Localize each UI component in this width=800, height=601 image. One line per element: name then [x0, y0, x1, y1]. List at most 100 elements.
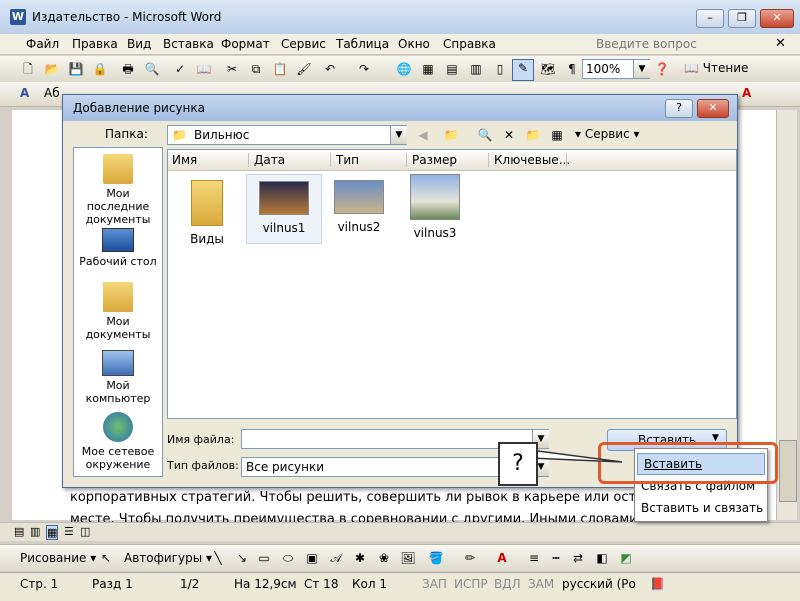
file-list[interactable]: Имя Дата Тип Размер Ключевые... Виды vil…: [167, 149, 737, 419]
scroll-thumb[interactable]: [779, 440, 797, 502]
permission-icon[interactable]: 🔒: [92, 61, 108, 77]
up-folder-icon[interactable]: 📁: [443, 127, 459, 143]
document-close-icon[interactable]: ✕: [775, 36, 786, 51]
style-combo[interactable]: Аб: [44, 86, 60, 100]
hyperlink-icon[interactable]: 🌐: [396, 61, 412, 77]
font-color-icon[interactable]: A: [742, 86, 751, 100]
insert-excel-icon[interactable]: ▥: [468, 61, 484, 77]
open-icon[interactable]: 📂: [44, 61, 60, 77]
vertical-ruler[interactable]: [12, 128, 31, 520]
line-color-icon[interactable]: ✏: [462, 550, 478, 566]
dialog-close-button[interactable]: ✕: [697, 99, 729, 118]
new-folder-icon[interactable]: 📁: [525, 127, 541, 143]
menu-view[interactable]: Вид: [127, 37, 151, 51]
insert-table-icon[interactable]: ▤: [444, 61, 460, 77]
back-icon[interactable]: ◀: [415, 127, 431, 143]
file-item[interactable]: vilnus2: [322, 180, 396, 234]
print-icon[interactable]: 🖶: [120, 61, 136, 77]
menu-help[interactable]: Справка: [443, 37, 496, 51]
status-record[interactable]: ЗАП: [422, 577, 447, 591]
ask-question-box[interactable]: Введите вопрос: [596, 37, 697, 51]
menu-insert-and-link-option[interactable]: Вставить и связать: [641, 501, 763, 515]
place-recent[interactable]: Мои последние документы: [74, 154, 162, 226]
place-documents[interactable]: Мои документы: [74, 282, 162, 341]
status-extend[interactable]: ВДЛ: [494, 577, 521, 591]
font-color-icon[interactable]: A: [494, 550, 510, 566]
clipart-icon[interactable]: ❀: [376, 550, 392, 566]
autoshapes-menu[interactable]: Автофигуры ▾: [124, 551, 212, 565]
column-size[interactable]: Размер: [408, 153, 489, 167]
chevron-down-icon[interactable]: ▼: [390, 126, 407, 144]
new-document-icon[interactable]: 🗋: [20, 61, 36, 77]
menu-format[interactable]: Формат: [221, 37, 270, 51]
reading-mode-button[interactable]: 📖 Чтение: [684, 61, 748, 75]
minimize-button[interactable]: –: [696, 9, 724, 28]
tools-menu[interactable]: ▾ Сервис ▾: [575, 127, 640, 141]
textbox-tool-icon[interactable]: ▣: [304, 550, 320, 566]
cut-icon[interactable]: ✂: [224, 61, 240, 77]
rectangle-tool-icon[interactable]: ▭: [256, 550, 272, 566]
dash-style-icon[interactable]: ┅: [548, 550, 564, 566]
wordart-icon[interactable]: 𝒜: [328, 550, 344, 566]
zoom-combo[interactable]: 100% ▼: [582, 59, 650, 79]
file-item-selected[interactable]: vilnus1: [246, 174, 322, 244]
column-name[interactable]: Имя: [168, 153, 249, 167]
redo-icon[interactable]: ↷: [356, 61, 372, 77]
search-web-icon[interactable]: 🔍: [477, 127, 493, 143]
place-computer[interactable]: Мой компьютер: [74, 350, 162, 405]
menu-edit[interactable]: Правка: [72, 37, 118, 51]
web-view-icon[interactable]: ▥: [30, 525, 40, 538]
column-type[interactable]: Тип: [332, 153, 407, 167]
column-date[interactable]: Дата: [250, 153, 331, 167]
column-keywords[interactable]: Ключевые...: [490, 153, 570, 167]
print-preview-icon[interactable]: 🔍: [144, 61, 160, 77]
spelling-icon[interactable]: ✓: [172, 61, 188, 77]
horizontal-scrollbar[interactable]: ▤ ▥ ▦ ☰ ◫: [0, 522, 800, 541]
menu-file[interactable]: Файл: [26, 37, 59, 51]
status-track[interactable]: ИСПР: [454, 577, 488, 591]
drawing-menu[interactable]: Рисование ▾: [20, 551, 96, 565]
fill-color-icon[interactable]: 🪣: [428, 550, 444, 566]
drawing-toggle-icon[interactable]: ✎: [512, 59, 534, 81]
insert-picture-icon[interactable]: 🖼: [400, 550, 416, 566]
format-painter-icon[interactable]: 🖌: [296, 61, 312, 77]
line-style-icon[interactable]: ≡: [526, 550, 542, 566]
select-objects-icon[interactable]: ↖: [98, 550, 114, 566]
columns-icon[interactable]: ▯: [492, 61, 508, 77]
oval-tool-icon[interactable]: ⬭: [280, 550, 296, 566]
show-formatting-icon[interactable]: ¶: [564, 61, 580, 77]
place-desktop[interactable]: Рабочий стол: [74, 228, 162, 268]
vertical-scrollbar[interactable]: [776, 110, 797, 520]
help-icon[interactable]: ❓: [654, 61, 670, 77]
place-network[interactable]: Мое сетевое окружение: [74, 412, 162, 471]
3d-icon[interactable]: ◩: [618, 550, 634, 566]
copy-icon[interactable]: ⧉: [248, 61, 264, 77]
arrow-tool-icon[interactable]: ↘: [234, 550, 250, 566]
save-icon[interactable]: 💾: [68, 61, 84, 77]
print-layout-icon[interactable]: ▦: [46, 525, 59, 540]
diagram-icon[interactable]: ✱: [352, 550, 368, 566]
chevron-down-icon[interactable]: ▼: [633, 60, 650, 78]
line-tool-icon[interactable]: ╲: [210, 550, 226, 566]
menu-window[interactable]: Окно: [398, 37, 430, 51]
arrow-style-icon[interactable]: ⇄: [570, 550, 586, 566]
outline-view-icon[interactable]: ☰: [64, 525, 74, 538]
dialog-help-button[interactable]: ?: [665, 99, 693, 118]
file-item[interactable]: Виды: [170, 180, 244, 246]
file-item[interactable]: vilnus3: [398, 174, 472, 240]
tables-borders-icon[interactable]: ▦: [420, 61, 436, 77]
menu-tools[interactable]: Сервис: [281, 37, 326, 51]
status-overtype[interactable]: ЗАМ: [528, 577, 554, 591]
undo-icon[interactable]: ↶: [322, 61, 338, 77]
paste-icon[interactable]: 📋: [272, 61, 288, 77]
shadow-icon[interactable]: ◧: [594, 550, 610, 566]
maximize-button[interactable]: ❐: [728, 9, 756, 28]
reading-view-icon[interactable]: ◫: [80, 525, 90, 538]
menu-insert[interactable]: Вставка: [163, 37, 214, 51]
spelling-status-icon[interactable]: 📕: [650, 577, 665, 591]
styles-icon[interactable]: A: [20, 86, 29, 100]
normal-view-icon[interactable]: ▤: [14, 525, 24, 538]
research-icon[interactable]: 📖: [196, 61, 212, 77]
folder-combo[interactable]: 📁 Вильнюс ▼: [167, 125, 407, 145]
views-icon[interactable]: ▦: [549, 127, 565, 143]
